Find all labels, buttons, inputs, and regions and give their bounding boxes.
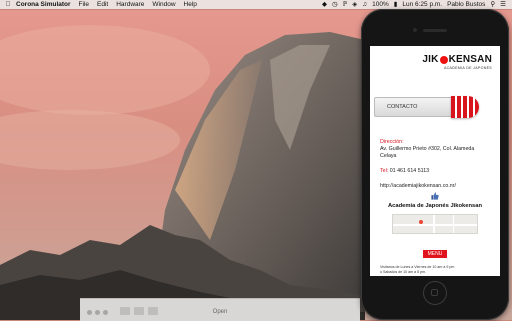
menu-window[interactable]: Window [152,1,175,8]
phone-simulator: JIK KENSAN ACADEMIA DE JAPONÉS CONTACTO … [361,9,509,320]
like-icon[interactable] [431,192,439,200]
address-line2: Celaya [380,153,397,159]
map-road [393,224,477,226]
logo-subtitle: ACADEMIA DE JAPONÉS [443,66,492,70]
map-road [433,215,435,233]
menu-edit[interactable]: Edit [97,1,108,8]
website-link[interactable]: http://academiajikokensan.co.nr/ [380,183,456,190]
address-label: Dirección: [380,139,404,145]
bluetooth-icon[interactable]: ℙ [343,0,348,9]
user-name[interactable]: Pablo Bustos [447,0,485,9]
tel-value[interactable]: 01 461 614 5113 [390,168,429,174]
menu-file[interactable]: File [79,1,89,8]
timemachine-icon[interactable]: ◷ [332,0,338,9]
contact-stripes-decoration [451,96,479,118]
open-dialog-window: Open [80,298,360,321]
clock[interactable]: Lun 6:25 p.m. [402,0,442,9]
window-title: Open [212,309,228,315]
menu-hardware[interactable]: Hardware [116,1,144,8]
menu-bar:  Corona Simulator File Edit Hardware Wi… [0,0,512,9]
logo-text-right: KENSAN [448,54,492,65]
opening-hours: Visitanos de Lunes a Viernes de 10 am a … [380,265,498,275]
logo-text-left: JIK [422,54,439,65]
jikokensan-logo: JIK KENSAN ACADEMIA DE JAPONÉS [422,54,492,70]
volume-icon[interactable]: ♫ [362,0,367,9]
map-road [453,215,454,233]
contact-button[interactable]: CONTACTO [374,96,479,118]
dropbox-icon[interactable]: ◆ [322,0,327,9]
wifi-icon[interactable]: ◈ [352,0,357,9]
home-button[interactable] [423,281,447,305]
notification-icon[interactable]: ☰ [500,0,506,9]
camera [413,28,417,32]
hours-line2: o Sabados de 10 am a 5 pm. [380,270,427,274]
menu-app-name[interactable]: Corona Simulator [16,1,71,8]
menu-button[interactable]: MENU [423,250,447,258]
menu-help[interactable]: Help [184,1,197,8]
apple-icon[interactable]:  [0,1,16,8]
tel-label: Tel: [380,168,389,174]
search-icon[interactable]: ⚲ [490,0,495,9]
app-screen: JIK KENSAN ACADEMIA DE JAPONÉS CONTACTO … [370,46,500,276]
academy-title: Academia de Japonés Jikokensan [387,203,483,209]
speaker [423,29,447,32]
contact-label: CONTACTO [387,104,418,110]
logo-red-dot [439,55,448,64]
address-line1: Av. Guillermo Prieto #302, Col. Alameda [380,146,475,152]
phone-row: Tel: 01 461 614 5113 [380,168,429,175]
battery-icon[interactable]: ▮ [394,0,398,9]
battery-percent[interactable]: 100% [372,0,389,9]
map-pin-icon [419,220,423,224]
status-area: ◆ ◷ ℙ ◈ ♫ 100% ▮ Lun 6:25 p.m. Pablo Bus… [322,0,512,9]
location-map[interactable] [392,214,478,234]
